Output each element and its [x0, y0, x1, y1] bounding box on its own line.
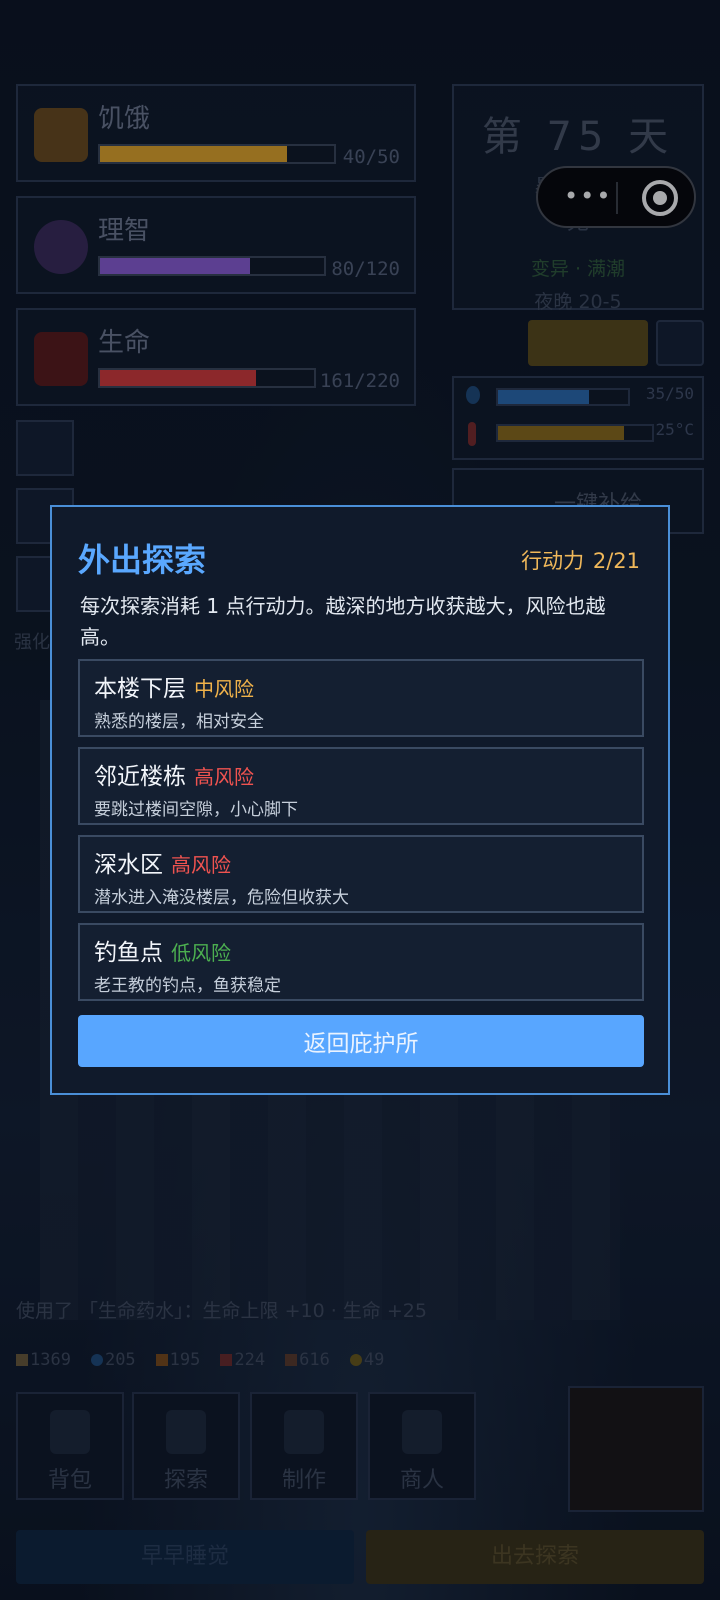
option-name: 本楼下层	[94, 676, 186, 702]
modal-description: 每次探索消耗 1 点行动力。越深的地方收获越大，风险也越高。	[80, 594, 606, 649]
action-points: 行动力 2/21	[519, 545, 640, 575]
option-name: 钓鱼点	[94, 940, 163, 966]
option-name: 邻近楼栋	[94, 764, 186, 790]
option-risk: 高风险	[194, 765, 254, 789]
option-desc: 熟悉的楼层，相对安全	[94, 712, 264, 732]
option-deep-water[interactable]: 深水区 高风险 潜水进入淹没楼层，危险但收获大	[78, 835, 644, 913]
option-risk: 低风险	[171, 941, 231, 965]
option-desc: 潜水进入淹没楼层，危险但收获大	[94, 888, 349, 908]
option-neighbor-building[interactable]: 邻近楼栋 高风险 要跳过楼间空隙，小心脚下	[78, 747, 644, 825]
option-desc: 要跳过楼间空隙，小心脚下	[94, 800, 298, 820]
option-lower-floor[interactable]: 本楼下层 中风险 熟悉的楼层，相对安全	[78, 659, 644, 737]
explore-modal: 外出探索 行动力 2/21 每次探索消耗 1 点行动力。越深的地方收获越大，风险…	[50, 505, 670, 1095]
return-shelter-button[interactable]: 返回庇护所	[78, 1015, 644, 1067]
modal-title: 外出探索	[78, 541, 207, 579]
option-desc: 老王教的钓点，鱼获稳定	[94, 976, 281, 996]
option-fishing-spot[interactable]: 钓鱼点 低风险 老王教的钓点，鱼获稳定	[78, 923, 644, 1001]
action-points-label: 行动力	[521, 549, 585, 573]
action-points-value: 2/21	[592, 549, 640, 573]
option-name: 深水区	[94, 852, 163, 878]
option-risk: 中风险	[194, 677, 254, 701]
option-risk: 高风险	[171, 853, 231, 877]
